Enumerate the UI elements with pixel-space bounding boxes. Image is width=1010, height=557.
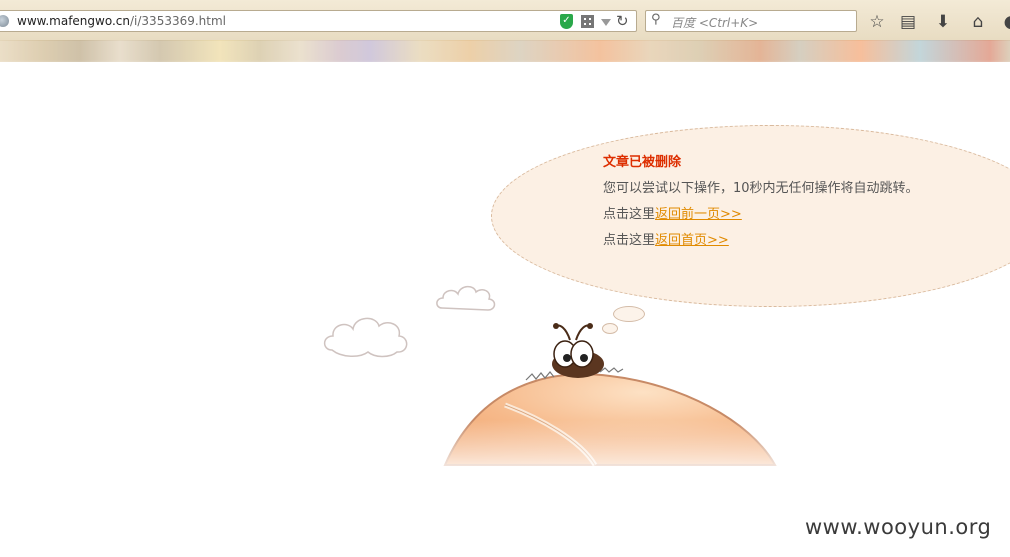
search-icon: ⚲ (651, 12, 661, 27)
address-bar[interactable]: www.mafengwo.cn/i/3353369.html ✓ ↻ (0, 10, 637, 32)
back-previous-link[interactable]: 返回前一页>> (655, 207, 742, 222)
bookmarks-bar[interactable] (0, 40, 1010, 74)
shield-icon[interactable]: ✓ (560, 14, 573, 29)
dropdown-arrow-icon[interactable] (601, 19, 611, 26)
search-input[interactable]: 百度 <Ctrl+K> (671, 14, 758, 31)
cloud-large-icon (323, 317, 408, 358)
back-home-prefix: 点击这里 (603, 233, 656, 248)
planet-illustration (420, 323, 800, 480)
back-home-line: 点击这里返回首页>> (603, 228, 983, 254)
search-bar[interactable]: ⚲ 百度 <Ctrl+K> (645, 10, 857, 32)
browser-toolbar: www.mafengwo.cn/i/3353369.html ✓ ↻ ⚲ 百度 … (0, 0, 1010, 41)
notice-description: 您可以尝试以下操作，10秒内无任何操作将自动跳转。 (603, 181, 919, 196)
reload-icon[interactable]: ↻ (616, 12, 629, 30)
home-icon[interactable]: ⌂ (967, 11, 989, 33)
globe-icon (0, 15, 9, 27)
notice-title: 文章已被删除 (603, 155, 682, 170)
qrcode-icon[interactable] (581, 15, 594, 28)
watermark-text: www.wooyun.org (805, 515, 992, 539)
notice-message: 文章已被删除 您可以尝试以下操作，10秒内无任何操作将自动跳转。 点击这里返回前… (603, 150, 983, 254)
menu-icon[interactable]: ◐ (1000, 11, 1010, 33)
download-icon[interactable]: ⬇ (932, 11, 954, 33)
back-previous-line: 点击这里返回前一页>> (603, 202, 983, 228)
bookmark-star-icon[interactable]: ☆ (866, 11, 888, 33)
back-home-link[interactable]: 返回首页>> (655, 233, 729, 248)
back-previous-prefix: 点击这里 (603, 207, 656, 222)
url-text[interactable]: www.mafengwo.cn/i/3353369.html (17, 14, 226, 28)
reading-list-icon[interactable]: ▤ (897, 11, 919, 33)
